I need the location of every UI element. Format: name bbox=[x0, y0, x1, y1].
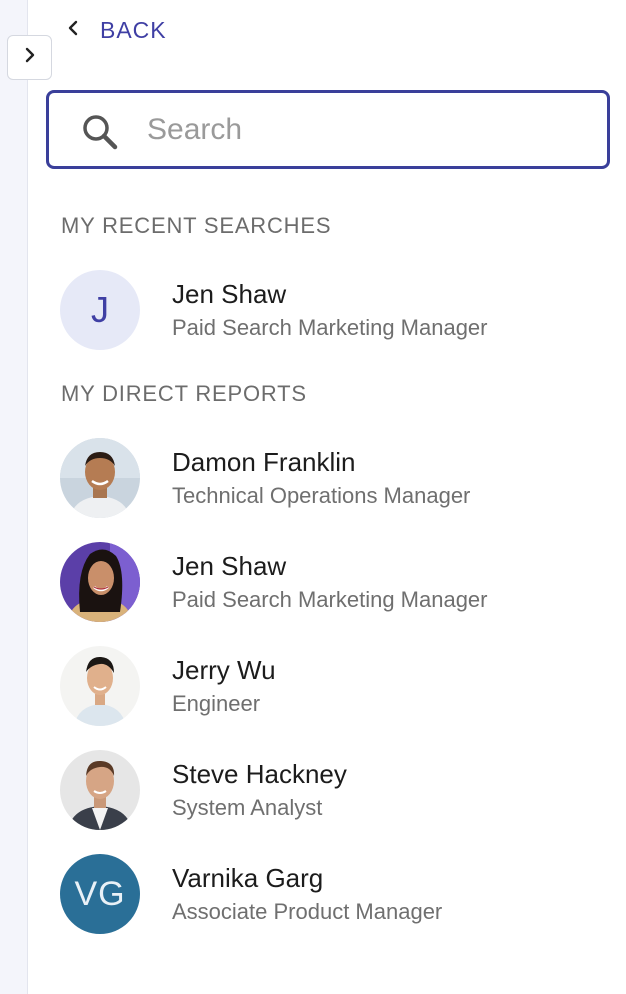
direct-report-item[interactable]: Jen Shaw Paid Search Marketing Manager bbox=[60, 541, 600, 623]
person-role: System Analyst bbox=[172, 795, 323, 820]
recent-search-item[interactable]: J Jen Shaw Paid Search Marketing Manager bbox=[60, 269, 600, 351]
expand-sidebar-button[interactable] bbox=[7, 35, 52, 80]
direct-report-item[interactable]: Jerry Wu Engineer bbox=[60, 645, 600, 727]
search-box[interactable] bbox=[46, 90, 610, 169]
person-name: Jen Shaw bbox=[172, 551, 287, 581]
person-name: Jerry Wu bbox=[172, 655, 276, 685]
person-role: Paid Search Marketing Manager bbox=[172, 587, 488, 612]
back-button[interactable]: BACK bbox=[66, 12, 167, 48]
direct-report-item[interactable]: VG Varnika Garg Associate Product Manage… bbox=[60, 853, 600, 935]
left-rail bbox=[0, 0, 28, 994]
person-name: Jen Shaw bbox=[172, 279, 287, 309]
avatar: VG bbox=[60, 854, 140, 934]
back-label: BACK bbox=[100, 16, 167, 43]
chevron-right-icon bbox=[23, 47, 37, 68]
direct-report-item[interactable]: Damon Franklin Technical Operations Mana… bbox=[60, 437, 600, 519]
direct-report-item[interactable]: Steve Hackney System Analyst bbox=[60, 749, 600, 831]
avatar bbox=[60, 646, 140, 726]
person-name: Varnika Garg bbox=[172, 863, 324, 893]
person-name: Damon Franklin bbox=[172, 447, 356, 477]
person-role: Engineer bbox=[172, 691, 261, 716]
search-icon bbox=[81, 113, 119, 156]
recent-searches-title: MY RECENT SEARCHES bbox=[61, 213, 332, 238]
person-name: Steve Hackney bbox=[172, 759, 347, 789]
avatar bbox=[60, 750, 140, 830]
person-role: Paid Search Marketing Manager bbox=[172, 315, 488, 340]
person-role: Technical Operations Manager bbox=[172, 483, 471, 508]
avatar bbox=[60, 438, 140, 518]
search-input[interactable] bbox=[145, 107, 589, 153]
avatar: J bbox=[60, 270, 140, 350]
avatar bbox=[60, 542, 140, 622]
person-role: Associate Product Manager bbox=[172, 899, 443, 924]
direct-reports-title: MY DIRECT REPORTS bbox=[61, 381, 307, 406]
chevron-left-icon bbox=[66, 19, 80, 42]
